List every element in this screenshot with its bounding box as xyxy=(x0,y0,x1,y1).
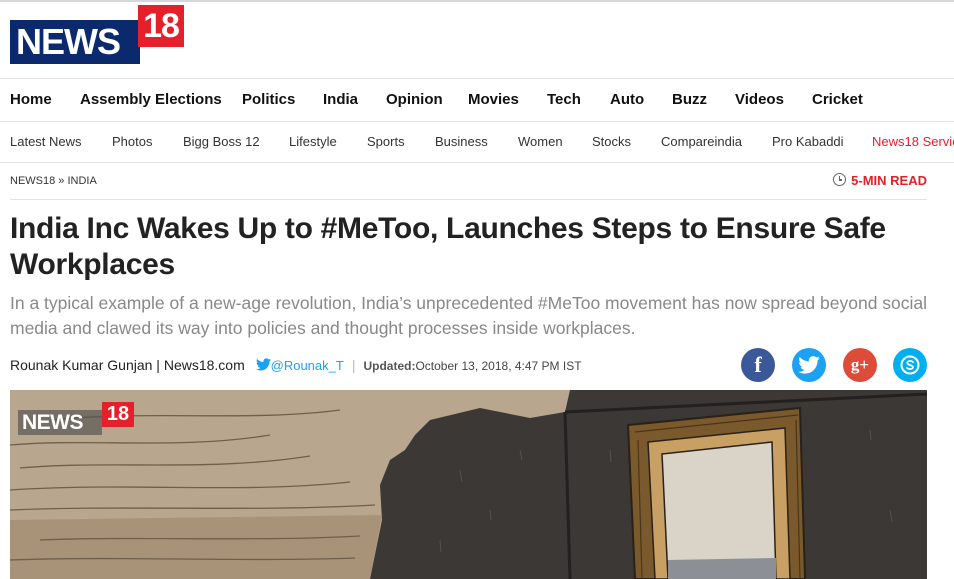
updated-label: Updated: xyxy=(363,359,416,373)
byline-divider: | xyxy=(351,357,356,373)
byline: Rounak Kumar Gunjan | News18.com @Rounak… xyxy=(10,355,582,375)
twitter-handle[interactable]: @Rounak_T xyxy=(271,358,344,373)
subnav-latest-news[interactable]: Latest News xyxy=(10,122,82,162)
subnav-photos[interactable]: Photos xyxy=(112,122,152,162)
secondary-nav: Latest News Photos Bigg Boss 12 Lifestyl… xyxy=(0,122,954,163)
twitter-icon xyxy=(798,356,820,374)
primary-nav: Home Assembly Elections Politics India O… xyxy=(0,78,954,122)
news18-logo[interactable]: NEWS 18 xyxy=(10,5,185,64)
subnav-stocks[interactable]: Stocks xyxy=(592,122,631,162)
facebook-icon: f xyxy=(754,352,762,377)
article-headline: India Inc Wakes Up to #MeToo, Launches S… xyxy=(10,212,886,281)
subnav-news18-services[interactable]: News18 Servic xyxy=(872,122,954,162)
subnav-pro-kabaddi[interactable]: Pro Kabaddi xyxy=(772,122,844,162)
hero-watermark-number: 18 xyxy=(102,402,134,427)
nav-opinion[interactable]: Opinion xyxy=(386,79,443,121)
nav-india[interactable]: India xyxy=(323,79,358,121)
breadcrumb[interactable]: NEWS18 » INDIA xyxy=(10,163,97,199)
google-plus-share-button[interactable]: g+ xyxy=(843,348,877,382)
skype-icon xyxy=(900,355,920,375)
subnav-sports[interactable]: Sports xyxy=(367,122,405,162)
nav-politics[interactable]: Politics xyxy=(242,79,295,121)
nav-buzz[interactable]: Buzz xyxy=(672,79,707,121)
subnav-business[interactable]: Business xyxy=(435,122,488,162)
hero-watermark-word: NEWS xyxy=(18,410,102,435)
hero-watermark-logo: NEWS 18 xyxy=(18,402,134,436)
skype-share-button[interactable] xyxy=(893,348,927,382)
breadcrumb-row: NEWS18 » INDIA 5-MIN READ xyxy=(10,163,927,200)
logo-number: 18 xyxy=(138,5,184,47)
nav-assembly-elections[interactable]: Assembly Elections xyxy=(80,79,222,121)
article-subheadline: In a typical example of a new-age revolu… xyxy=(10,293,928,338)
read-time-label: 5-MIN READ xyxy=(851,173,927,188)
nav-videos[interactable]: Videos xyxy=(735,79,784,121)
subnav-bigg-boss[interactable]: Bigg Boss 12 xyxy=(183,122,260,162)
twitter-bird-icon xyxy=(255,358,271,371)
updated-timestamp: October 13, 2018, 4:47 PM IST xyxy=(415,359,582,373)
google-plus-icon: g+ xyxy=(850,355,870,374)
author[interactable]: Rounak Kumar Gunjan | News18.com xyxy=(10,357,245,373)
twitter-share-button[interactable] xyxy=(792,348,826,382)
nav-tech[interactable]: Tech xyxy=(547,79,581,121)
subnav-lifestyle[interactable]: Lifestyle xyxy=(289,122,337,162)
top-border xyxy=(0,0,954,2)
facebook-share-button[interactable]: f xyxy=(741,348,775,382)
logo-word: NEWS xyxy=(10,20,140,64)
nav-cricket[interactable]: Cricket xyxy=(812,79,863,121)
nav-movies[interactable]: Movies xyxy=(468,79,519,121)
clock-icon xyxy=(833,173,846,186)
subnav-compareindia[interactable]: Compareindia xyxy=(661,122,742,162)
nav-home[interactable]: Home xyxy=(10,79,52,121)
hero-image: NEWS 18 xyxy=(10,390,927,579)
nav-auto[interactable]: Auto xyxy=(610,79,644,121)
hero-illustration xyxy=(10,390,927,579)
subnav-women[interactable]: Women xyxy=(518,122,563,162)
